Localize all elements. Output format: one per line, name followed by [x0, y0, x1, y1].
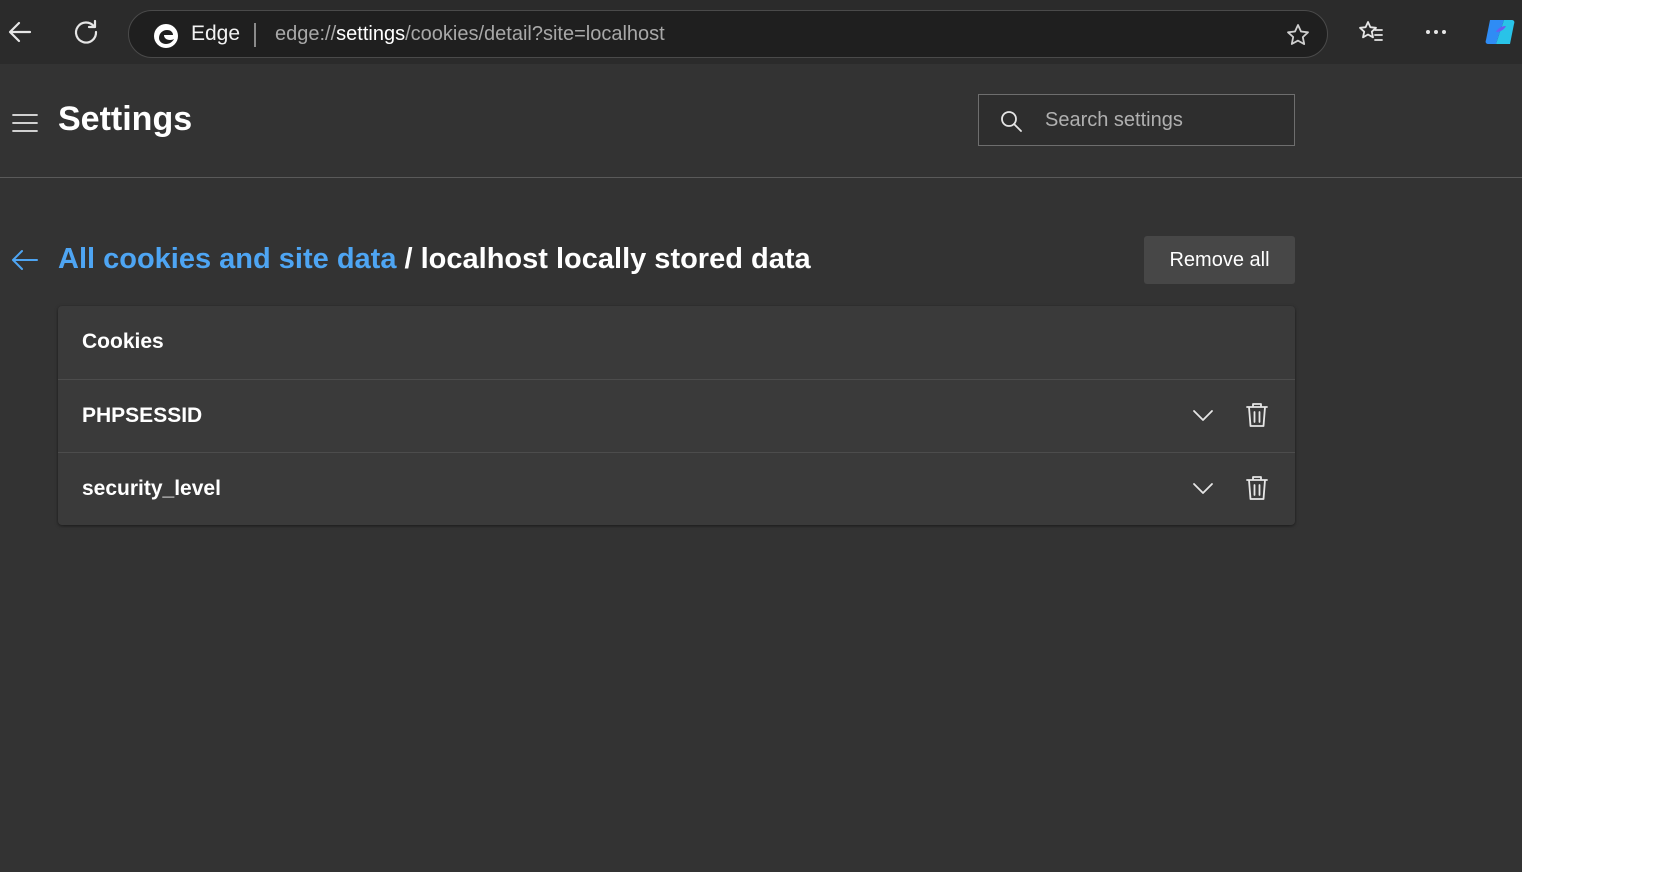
cookie-name: PHPSESSID — [82, 404, 203, 427]
refresh-icon — [74, 19, 98, 44]
cookie-row[interactable]: security_level — [58, 452, 1295, 525]
edge-logo-icon — [154, 24, 178, 48]
cookies-card-header: Cookies — [58, 306, 1295, 379]
delete-cookie-button[interactable] — [1241, 399, 1273, 431]
search-settings-box[interactable] — [978, 94, 1295, 146]
back-arrow-icon — [12, 250, 38, 270]
search-settings-input[interactable] — [1045, 105, 1285, 135]
chevron-down-icon — [1193, 410, 1213, 421]
page-title: Settings — [58, 100, 193, 138]
address-bar[interactable]: Edge edge://settings/cookies/detail?site… — [128, 10, 1328, 58]
url-scheme: edge:// — [275, 23, 337, 45]
expand-cookie-button[interactable] — [1187, 399, 1219, 431]
more-icon — [1426, 30, 1446, 34]
browser-name-label: Edge — [191, 22, 241, 45]
url-path: /cookies/detail?site=localhost — [405, 23, 665, 45]
back-arrow-icon — [8, 21, 32, 43]
copilot-button[interactable] — [1480, 12, 1520, 52]
favorites-icon — [1359, 21, 1383, 41]
trash-icon — [1246, 403, 1268, 427]
hamburger-menu-icon — [12, 114, 38, 132]
more-button[interactable] — [1416, 12, 1456, 52]
breadcrumb-link-all-cookies[interactable]: All cookies and site data — [58, 243, 396, 275]
breadcrumb-separator: / — [396, 243, 421, 275]
trash-icon — [1246, 476, 1268, 500]
cookie-name: security_level — [82, 477, 221, 500]
add-favorite-button[interactable] — [1283, 20, 1313, 50]
favorites-button[interactable] — [1351, 12, 1391, 52]
back-button[interactable] — [0, 12, 40, 52]
breadcrumb-current: localhost locally stored data — [420, 243, 811, 275]
search-icon — [1001, 111, 1022, 132]
address-divider — [254, 23, 256, 47]
cookies-header-label: Cookies — [82, 330, 164, 353]
breadcrumb-back-button[interactable] — [10, 245, 40, 275]
delete-cookie-button[interactable] — [1241, 472, 1273, 504]
url-text[interactable]: edge://settings/cookies/detail?site=loca… — [275, 23, 665, 46]
browser-toolbar: Edge edge://settings/cookies/detail?site… — [0, 0, 1522, 64]
refresh-button[interactable] — [66, 12, 106, 52]
cookies-card: Cookies PHPSESSID security_level — [58, 306, 1295, 525]
settings-header: Settings — [0, 64, 1522, 178]
favorite-star-icon — [1287, 24, 1309, 45]
expand-cookie-button[interactable] — [1187, 472, 1219, 504]
url-host: settings — [336, 23, 406, 45]
chevron-down-icon — [1193, 483, 1213, 494]
remove-all-button[interactable]: Remove all — [1144, 236, 1295, 284]
copilot-icon — [1485, 20, 1515, 44]
cookie-row[interactable]: PHPSESSID — [58, 379, 1295, 452]
browser-window: Edge edge://settings/cookies/detail?site… — [0, 0, 1522, 872]
breadcrumb: All cookies and site data / localhost lo… — [58, 243, 811, 276]
navigation-menu-button[interactable] — [10, 108, 40, 138]
